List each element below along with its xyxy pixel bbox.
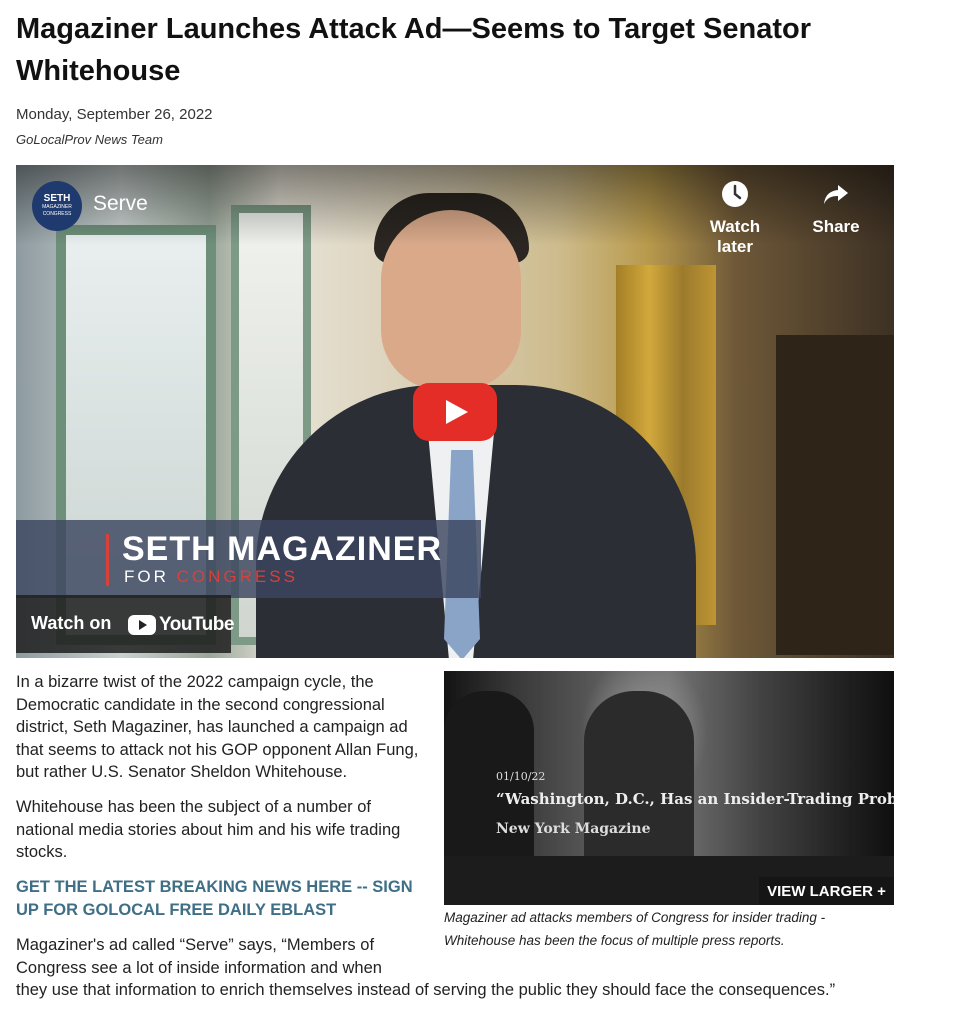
- photo-source: New York Magazine: [496, 821, 651, 837]
- youtube-logo: YouTube: [128, 614, 234, 636]
- watch-later-button[interactable]: Watch later: [690, 179, 780, 257]
- article-headline: Magaziner Launches Attack Ad—Seems to Ta…: [16, 13, 812, 87]
- photo-date-tag: 01/10/22: [496, 770, 546, 783]
- photo-quote: “Washington, D.C., Has an Insider-Tradin…: [496, 790, 894, 808]
- lower-third-banner: SETH MAGAZINER FOR CONGRESS: [16, 520, 481, 598]
- paragraph-line: Magaziner's ad called “Serve” says, “Mem…: [16, 936, 382, 977]
- clock-icon: [722, 181, 748, 207]
- lower-third-for: FOR: [124, 567, 177, 586]
- article-paragraph: Whitehouse has been the subject of a num…: [16, 798, 401, 861]
- video-title[interactable]: Serve: [93, 192, 148, 216]
- share-button[interactable]: Share: [791, 179, 881, 237]
- background-doorway: [776, 335, 894, 655]
- newsletter-signup-link[interactable]: GET THE LATEST BREAKING NEWS HERE -- SIG…: [16, 876, 436, 921]
- channel-logo-line3: CONGRESS: [42, 211, 72, 217]
- lower-third-congress: CONGRESS: [176, 567, 298, 586]
- lower-third-subtitle: FOR CONGRESS: [124, 567, 298, 587]
- youtube-icon: [128, 615, 156, 635]
- lower-third-accent-bar: [106, 534, 109, 586]
- watch-on-youtube-button[interactable]: Watch on YouTube: [16, 595, 234, 653]
- watch-later-label: Watch later: [709, 217, 761, 256]
- paragraph-line: they use that information to enrich them…: [16, 981, 836, 999]
- video-player[interactable]: SETH MAGAZINER CONGRESS Serve Watch late…: [16, 165, 894, 658]
- play-icon[interactable]: [413, 383, 497, 441]
- channel-logo-line1: SETH: [43, 193, 71, 204]
- share-arrow-icon: [824, 185, 848, 204]
- channel-avatar[interactable]: SETH MAGAZINER CONGRESS: [32, 181, 82, 231]
- article-paragraph: In a bizarre twist of the 2022 campaign …: [16, 673, 419, 781]
- photo-overlay: [444, 671, 894, 905]
- channel-logo-line2: MAGAZINER: [42, 204, 72, 210]
- share-label: Share: [812, 217, 860, 236]
- photo-caption: Magaziner ad attacks members of Congress…: [444, 910, 826, 948]
- article-byline: GoLocalProv News Team: [16, 132, 163, 147]
- view-larger-button[interactable]: VIEW LARGER +: [759, 877, 894, 905]
- article-date: Monday, September 26, 2022: [16, 106, 213, 123]
- watch-on-label: Watch on: [31, 613, 112, 633]
- article-photo[interactable]: 01/10/22 “Washington, D.C., Has an Insid…: [444, 671, 894, 905]
- lower-third-name: SETH MAGAZINER: [122, 530, 442, 568]
- youtube-wordmark: YouTube: [159, 614, 234, 635]
